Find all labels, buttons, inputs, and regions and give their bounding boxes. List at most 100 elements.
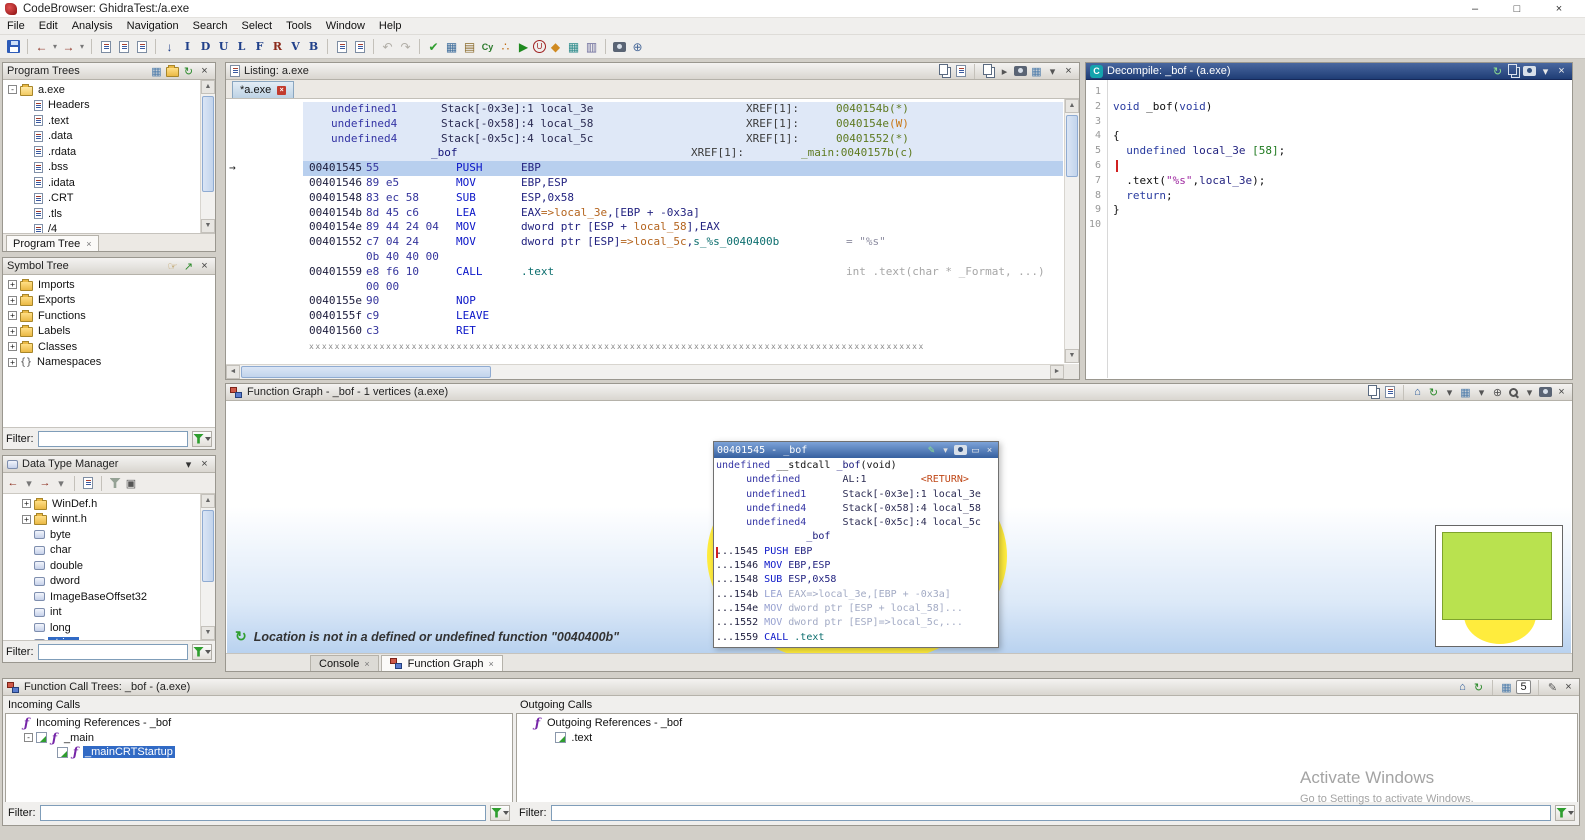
undefined-letter-icon[interactable]: U (215, 38, 232, 56)
forward-menu-caret-icon[interactable]: ▾ (78, 38, 86, 56)
listing-header[interactable]: Listing: a.exe ▸ ▦ ▾ × (226, 63, 1079, 80)
menu-edit[interactable]: Edit (32, 19, 65, 33)
rerun-decompiler-icon[interactable]: ↻ (1491, 64, 1504, 78)
program-tree-scrollbar[interactable] (200, 80, 215, 233)
expand-icon[interactable]: + (22, 499, 31, 509)
decompile-header[interactable]: C Decompile: _bof - (a.exe) ↻ ▾ × (1086, 63, 1572, 80)
auto-analyze-icon[interactable]: ✔ (425, 38, 442, 56)
save-icon[interactable] (5, 38, 22, 56)
vertex-background-icon[interactable] (954, 444, 967, 456)
close-panel-icon[interactable]: × (1062, 64, 1075, 78)
menu-search[interactable]: Search (186, 19, 235, 33)
decompile-line[interactable]: 5 undefined local_3e [58]; (1087, 144, 1571, 159)
snapshot-icon[interactable] (1014, 64, 1027, 78)
collapse-icon[interactable]: - (24, 733, 33, 743)
close-tab-icon[interactable] (277, 85, 287, 95)
listing-row[interactable]: 00401546 89 e5 MOV EBP,ESP (227, 176, 1063, 191)
copy-icon[interactable] (1367, 385, 1380, 399)
function-letter-icon[interactable]: F (251, 38, 268, 56)
tree-item-labels[interactable]: + Labels (4, 324, 214, 340)
collapse-all-icon[interactable]: ▣ (124, 475, 138, 491)
run-scripts-icon[interactable]: ▶ (515, 38, 532, 56)
function-graph-header[interactable]: Function Graph - _bof - 1 vertices (a.ex… (226, 384, 1572, 401)
program-trees-header[interactable]: Program Trees ▦ ↻ × (3, 63, 215, 80)
next-menu-caret-icon[interactable]: ▾ (54, 475, 68, 491)
vertex-menu-caret-icon[interactable]: ▾ (940, 444, 951, 456)
tables-icon[interactable]: ▦ (565, 38, 582, 56)
node-line[interactable]: ...1552 MOV dword ptr [ESP]=>local_5c,..… (716, 617, 996, 631)
snapshot-icon[interactable] (1539, 385, 1552, 399)
paste-icon[interactable] (954, 64, 967, 78)
listing-row[interactable]: undefined4 Stack[-0x58]:4 local_58 XREF[1]… (227, 116, 1063, 132)
dock-window-icon[interactable]: ▦ (1500, 680, 1513, 694)
back-menu-caret-icon[interactable]: ▾ (51, 38, 59, 56)
graph-canvas[interactable]: 00401545 - _bof ✎ ▾ ▭ × undefined __stdcall… (227, 401, 1571, 653)
view-options-icon[interactable]: ▦ (150, 64, 163, 78)
decompile-u-icon[interactable]: U (533, 40, 546, 53)
clone-window-icon[interactable]: ▦ (1030, 64, 1043, 78)
display-menu-caret-icon[interactable]: ▾ (1475, 385, 1488, 399)
symbol-tree-header[interactable]: Symbol Tree ☞ ↗ × (3, 258, 215, 275)
decompile-line[interactable]: 8 return; (1087, 189, 1571, 204)
scroll-thumb[interactable] (202, 510, 214, 582)
scroll-down-icon[interactable] (201, 626, 215, 640)
tree-item-char[interactable]: char (4, 543, 199, 559)
close-tab-icon[interactable] (86, 239, 91, 249)
expand-icon[interactable]: + (8, 280, 17, 290)
vertex-header[interactable]: 00401545 - _bof ✎ ▾ ▭ × (714, 442, 998, 458)
expand-icon[interactable]: + (8, 326, 17, 336)
tree-item-functions[interactable]: + Functions (4, 308, 214, 324)
layout-menu-caret-icon[interactable]: ▾ (1443, 385, 1456, 399)
close-tab-icon[interactable] (488, 659, 493, 669)
clone-menu-caret-icon[interactable]: ▾ (1046, 64, 1059, 78)
node-line[interactable]: ...1559 CALL .text (716, 632, 996, 646)
node-line[interactable]: _bof (716, 531, 996, 545)
tree-item-text[interactable]: .text (517, 731, 1577, 746)
data-letter-icon[interactable]: D (197, 38, 214, 56)
memory-map-icon[interactable] (115, 38, 132, 56)
instruction-letter-icon[interactable]: I (179, 38, 196, 56)
help-chat-icon[interactable]: ⊕ (629, 38, 646, 56)
open-folder-icon[interactable] (166, 64, 179, 78)
zoom-menu-caret-icon[interactable]: ▾ (1523, 385, 1536, 399)
listing-row[interactable]: 0040154e 89 44 24 04 MOV dword ptr [ESP + l… (227, 220, 1063, 235)
close-panel-icon[interactable]: × (1555, 64, 1568, 78)
cypher-text-icon[interactable]: Cy (479, 38, 496, 56)
menu-help[interactable]: Help (372, 19, 409, 33)
node-line[interactable]: undefined4 Stack[-0x5c]:4 local_5c (716, 517, 996, 531)
listing-row[interactable]: 00401552 c7 04 24 MOV dword ptr [ESP]=>loca… (227, 235, 1063, 250)
tree-item-text[interactable]: .text (4, 113, 199, 129)
tree-item-winnt-h[interactable]: + winnt.h (4, 512, 199, 528)
expand-icon[interactable]: + (8, 311, 17, 321)
listing-row[interactable]: 0040155e 90 NOP (227, 294, 1063, 309)
snapshot-icon[interactable] (1523, 64, 1536, 78)
decompile-line[interactable]: 9} (1087, 203, 1571, 218)
snapshot-out-icon[interactable] (351, 38, 368, 56)
tree-item-double[interactable]: double (4, 558, 199, 574)
tree-item-int[interactable]: int (4, 605, 199, 621)
dtm-scrollbar[interactable] (200, 494, 215, 640)
tree-item-rdata[interactable]: .rdata (4, 144, 199, 160)
filter-options-button[interactable] (192, 643, 212, 660)
home-icon[interactable]: ⌂ (1411, 385, 1424, 399)
tree-item-4[interactable]: /4 (4, 222, 199, 233)
listing-row[interactable]: undefined1 Stack[-0x3e]:1 local_3e XREF[1]… (227, 102, 1063, 117)
listing-row[interactable]: 0040155f c9 LEAVE (227, 309, 1063, 324)
full-screen-icon[interactable]: ▭ (970, 444, 981, 456)
tree-item-imagebaseoffset32[interactable]: ImageBaseOffset32 (4, 589, 199, 605)
close-tab-icon[interactable] (364, 659, 369, 669)
listing-row[interactable]: 00 00 (227, 280, 1063, 295)
node-line[interactable]: undefined4 Stack[-0x58]:4 local_58 (716, 503, 996, 517)
scroll-right-icon[interactable] (1050, 365, 1064, 379)
close-panel-icon[interactable]: × (198, 64, 211, 78)
decompile-line[interactable]: 1 (1087, 85, 1571, 100)
collapse-icon[interactable]: - (8, 85, 17, 95)
scroll-thumb[interactable] (241, 366, 491, 378)
node-line[interactable]: ...1545 PUSH EBP (716, 546, 996, 560)
scroll-up-icon[interactable] (201, 494, 215, 508)
byte-viewer-icon[interactable]: ▦ (443, 38, 460, 56)
tree-item-windef-h[interactable]: + WinDef.h (4, 496, 199, 512)
menu-window[interactable]: Window (319, 19, 372, 33)
tree-item-exports[interactable]: + Exports (4, 293, 214, 309)
previous-menu-caret-icon[interactable]: ▾ (22, 475, 36, 491)
